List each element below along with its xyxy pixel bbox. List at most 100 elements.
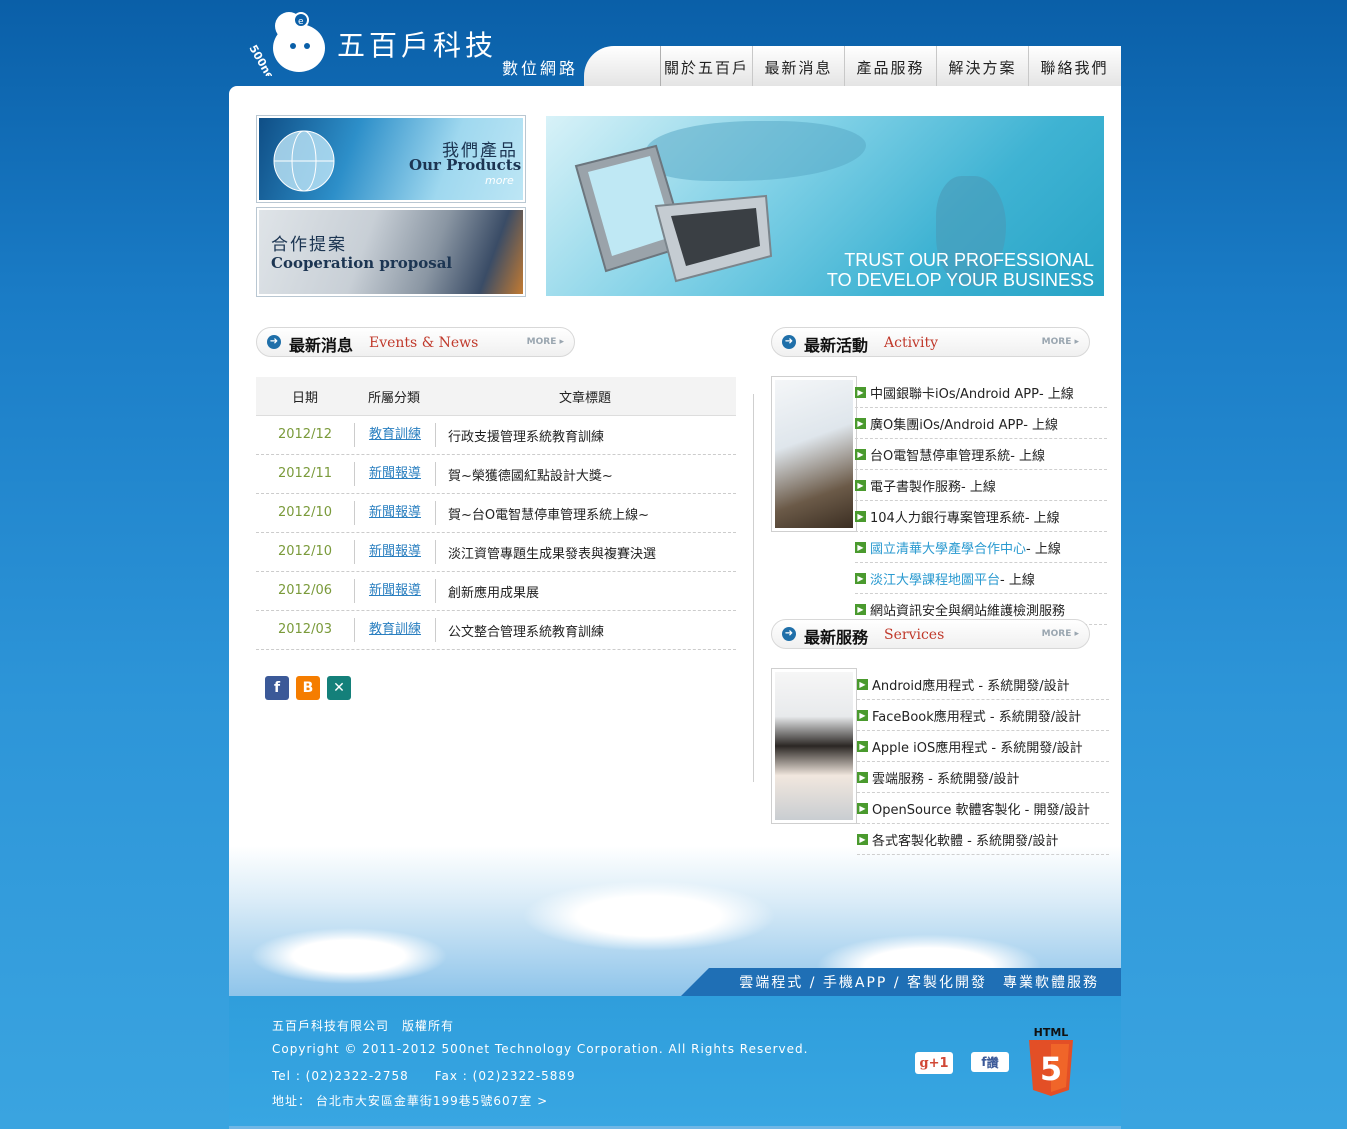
main-nav: 關於五百戶 最新消息 產品服務 解決方案 聯絡我們 [660, 46, 1120, 86]
footer-company: 五百戶科技有限公司 版權所有 [272, 1019, 455, 1033]
activity-item[interactable]: ▶ 台O電智慧停車管理系統 - 上線 [855, 439, 1107, 470]
bullet-arrow-icon: ▶ [855, 386, 866, 398]
facebook-icon[interactable]: f [265, 676, 289, 700]
service-item[interactable]: ▶ FaceBook應用程式 - 系統開發/設計 [857, 700, 1109, 731]
service-item[interactable]: ▶ 各式客製化軟體 - 系統開發/設計 [857, 824, 1109, 855]
activity-item[interactable]: ▶ 廣O集團iOs/Android APP - 上線 [855, 408, 1107, 439]
banner-line-2: TO DEVELOP YOUR BUSINESS [826, 270, 1094, 290]
footer-phone-fax: Tel : (02)2322-2758 Fax : (02)2322-5889 [272, 1069, 576, 1083]
news-row: 2012/10 新聞報導 賀~台O電智慧停車管理系統上線~ [256, 494, 736, 533]
service-item[interactable]: ▶ 雲端服務 - 系統開發/設計 [857, 762, 1109, 793]
activity-item[interactable]: ▶ 中國銀聯卡iOs/Android APP - 上線 [855, 377, 1107, 408]
news-more-button[interactable]: MORE ▸ [527, 337, 564, 347]
news-category-link[interactable]: 新聞報導 [355, 462, 436, 486]
news-title-zh: 最新消息 [289, 336, 354, 355]
footer-address-link[interactable]: 地址： 台北市大安區金華街199巷5號607室 > [272, 1092, 548, 1109]
products-en-title: Our Products [409, 156, 522, 174]
svg-text:HTML: HTML [1034, 1026, 1069, 1039]
news-section-header: ➜ 最新消息 Events & News MORE ▸ [256, 327, 575, 357]
activity-photo [771, 376, 857, 532]
bullet-arrow-icon: ▶ [855, 417, 866, 429]
activity-item[interactable]: ▶ 電子書製作服務 - 上線 [855, 470, 1107, 501]
news-date: 2012/10 [256, 501, 355, 525]
bullet-arrow-icon: ▶ [855, 448, 866, 460]
activity-title-zh: 最新活動 [804, 336, 869, 355]
bullet-arrow-icon: ▶ [855, 603, 866, 615]
nav-news[interactable]: 最新消息 [752, 46, 844, 86]
nav-contact[interactable]: 聯絡我們 [1028, 46, 1120, 86]
nav-products[interactable]: 產品服務 [844, 46, 936, 86]
blogger-icon[interactable]: B [296, 676, 320, 700]
bullet-arrow-icon: ▶ [857, 802, 868, 814]
nav-solutions[interactable]: 解決方案 [936, 46, 1028, 86]
mascot-logo-icon[interactable]: e 500net [249, 6, 333, 76]
activity-item[interactable]: ▶ 淡江大學課程地圖平台 - 上線 [855, 563, 1107, 594]
bullet-arrow-icon: ▶ [857, 833, 868, 845]
news-row: 2012/12 教育訓練 行政支援管理系統教育訓練 [256, 416, 736, 455]
banner-line-1: TRUST OUR PROFESSIONAL [844, 250, 1094, 270]
services-photo [771, 668, 857, 824]
bullet-arrow-icon: ▶ [855, 541, 866, 553]
news-row: 2012/03 教育訓練 公文整合管理系統教育訓練 [256, 611, 736, 650]
footer-copyright: Copyright © 2011-2012 500net Technology … [272, 1042, 809, 1056]
news-date: 2012/12 [256, 423, 355, 447]
svg-text:e: e [298, 17, 304, 27]
news-title-link[interactable]: 公文整合管理系統教育訓練 [436, 621, 736, 640]
news-row: 2012/06 新聞報導 創新應用成果展 [256, 572, 736, 611]
news-date: 2012/06 [256, 579, 355, 603]
coop-zh-title: 合作提案 [271, 235, 347, 255]
our-products-promo[interactable]: 我們產品 Our Products more [256, 115, 526, 203]
businessman-image [775, 380, 853, 528]
facebook-like-button[interactable]: f讚 [971, 1052, 1009, 1072]
activity-item[interactable]: ▶ 國立清華大學產學合作中心 - 上線 [855, 532, 1107, 563]
news-date: 2012/10 [256, 540, 355, 564]
services-more-button[interactable]: MORE ▸ [1042, 629, 1079, 639]
hero-banner: TRUST OUR PROFESSIONAL TO DEVELOP YOUR B… [546, 116, 1104, 296]
service-item[interactable]: ▶ Apple iOS應用程式 - 系統開發/設計 [857, 731, 1109, 762]
services-title-zh: 最新服務 [804, 628, 869, 647]
site-header: e 500net 五百戶科技 數位網路 關於五百戶 最新消息 產品服務 解決方案… [229, 0, 1121, 86]
news-title-link[interactable]: 創新應用成果展 [436, 582, 736, 601]
html5-badge-icon: HTML 5 [1029, 1026, 1073, 1096]
activity-item[interactable]: ▶ 104人力銀行專案管理系統 - 上線 [855, 501, 1107, 532]
service-item[interactable]: ▶ OpenSource 軟體客製化 - 開發/設計 [857, 793, 1109, 824]
news-row: 2012/10 新聞報導 淡江資管專題生成果發表與複賽決選 [256, 533, 736, 572]
bullet-arrow-icon: ▶ [857, 678, 868, 690]
header-date: 日期 [291, 390, 318, 406]
cooperation-promo[interactable]: 合作提案 Cooperation proposal [256, 207, 526, 297]
bullet-arrow-icon: ▶ [857, 740, 868, 752]
brand-name: 五百戶科技 [337, 29, 498, 62]
news-row: 2012/11 新聞報導 賀~榮獲德國紅點設計大獎~ [256, 455, 736, 494]
nav-about[interactable]: 關於五百戶 [660, 46, 752, 86]
news-title-link[interactable]: 淡江資管專題生成果發表與複賽決選 [436, 543, 736, 562]
news-title-link[interactable]: 賀~榮獲德國紅點設計大獎~ [436, 465, 736, 484]
news-date: 2012/03 [256, 618, 355, 642]
news-table: 日期 所屬分類 文章標題 2012/12 教育訓練 行政支援管理系統教育訓練 2… [256, 377, 736, 650]
arrow-circle-icon: ➜ [782, 627, 796, 641]
service-item[interactable]: ▶ Android應用程式 - 系統開發/設計 [857, 669, 1109, 700]
news-title-en: Events & News [369, 335, 479, 351]
banner-caption: TRUST OUR PROFESSIONAL TO DEVELOP YOUR B… [827, 250, 1094, 290]
news-title-link[interactable]: 賀~台O電智慧停車管理系統上線~ [436, 504, 736, 523]
bullet-arrow-icon: ▶ [857, 709, 868, 721]
activity-section-header: ➜ 最新活動 Activity MORE ▸ [771, 327, 1090, 357]
plurk-icon[interactable]: ✕ [327, 676, 351, 700]
news-category-link[interactable]: 教育訓練 [355, 423, 436, 447]
arrow-circle-icon: ➜ [782, 335, 796, 349]
services-list: ▶ Android應用程式 - 系統開發/設計 ▶ FaceBook應用程式 - 系… [857, 669, 1109, 855]
google-plus-button[interactable]: g +1 [915, 1052, 953, 1074]
site-footer: 五百戶科技有限公司 版權所有 Copyright © 2011-2012 500… [229, 996, 1121, 1129]
news-category-link[interactable]: 新聞報導 [355, 579, 436, 603]
activity-more-button[interactable]: MORE ▸ [1042, 337, 1079, 347]
coop-en-title: Cooperation proposal [271, 254, 453, 272]
news-category-link[interactable]: 新聞報導 [355, 501, 436, 525]
activity-list: ▶ 中國銀聯卡iOs/Android APP - 上線 ▶ 廣O集團iOs/Andr… [855, 377, 1107, 625]
arrow-circle-icon: ➜ [267, 335, 281, 349]
news-category-link[interactable]: 新聞報導 [355, 540, 436, 564]
news-title-link[interactable]: 行政支援管理系統教育訓練 [436, 426, 736, 445]
globe-icon [273, 130, 335, 192]
products-more-link[interactable]: more [485, 174, 514, 187]
news-category-link[interactable]: 教育訓練 [355, 618, 436, 642]
header-title: 文章標題 [558, 390, 611, 406]
bullet-arrow-icon: ▶ [855, 572, 866, 584]
